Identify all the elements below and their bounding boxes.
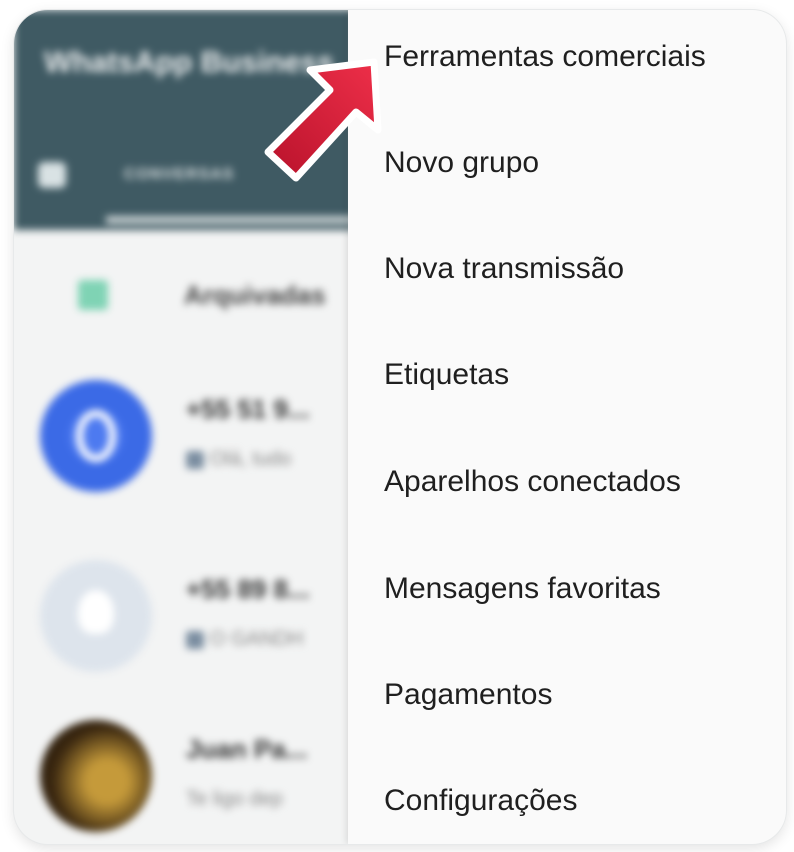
menu-item-aparelhos-conectados[interactable]: Aparelhos conectados <box>348 435 786 541</box>
chat-name: Juan Pa... <box>186 734 308 764</box>
message-status-icon <box>186 630 204 649</box>
avatar <box>40 720 152 832</box>
menu-item-label: Configurações <box>384 784 578 817</box>
archived-row[interactable]: Arquivadas <box>14 242 354 342</box>
chat-preview: Olá, tudo <box>186 448 291 471</box>
avatar <box>40 560 152 672</box>
menu-item-configuracoes[interactable]: Configurações <box>348 754 786 844</box>
menu-item-label: Aparelhos conectados <box>384 465 681 498</box>
menu-item-label: Etiquetas <box>384 358 510 391</box>
chat-name: +55 89 8... <box>186 574 310 604</box>
chat-preview: Te ligo dep <box>186 788 283 810</box>
menu-item-mensagens-favoritas[interactable]: Mensagens favoritas <box>348 542 786 648</box>
chat-list-item[interactable]: +55 89 8... O GANDH <box>14 540 354 710</box>
menu-item-etiquetas[interactable]: Etiquetas <box>348 328 786 434</box>
tab-indicator <box>106 216 354 224</box>
menu-item-label: Mensagens favoritas <box>384 572 661 605</box>
archived-label: Arquivadas <box>184 280 326 310</box>
phone-screen: WhatsApp Business CONVERSAS Arquivadas +… <box>14 10 786 844</box>
menu-item-label: Pagamentos <box>384 678 553 711</box>
menu-item-novo-grupo[interactable]: Novo grupo <box>348 116 786 222</box>
menu-item-pagamentos[interactable]: Pagamentos <box>348 648 786 754</box>
menu-item-label: Novo grupo <box>384 146 540 179</box>
menu-item-label: Nova transmissão <box>384 252 625 285</box>
red-arrow-icon <box>264 58 382 182</box>
menu-item-label: Ferramentas comerciais <box>384 40 706 73</box>
menu-item-ferramentas-comerciais[interactable]: Ferramentas comerciais <box>348 10 786 116</box>
chat-list-item[interactable]: +55 51 9... Olá, tudo <box>14 360 354 530</box>
message-status-icon <box>186 450 204 469</box>
camera-icon[interactable] <box>38 162 66 188</box>
tab-conversas[interactable]: CONVERSAS <box>124 166 234 184</box>
overflow-menu: Ferramentas comerciais Novo grupo Nova t… <box>348 10 786 844</box>
archive-icon <box>78 280 108 310</box>
menu-item-nova-transmissao[interactable]: Nova transmissão <box>348 222 786 328</box>
chat-list-item[interactable]: Juan Pa... Te ligo dep <box>14 700 354 844</box>
chat-name: +55 51 9... <box>186 394 310 424</box>
screenshot-frame: WhatsApp Business CONVERSAS Arquivadas +… <box>0 0 794 852</box>
avatar <box>40 380 152 492</box>
chat-preview: O GANDH <box>186 628 303 651</box>
